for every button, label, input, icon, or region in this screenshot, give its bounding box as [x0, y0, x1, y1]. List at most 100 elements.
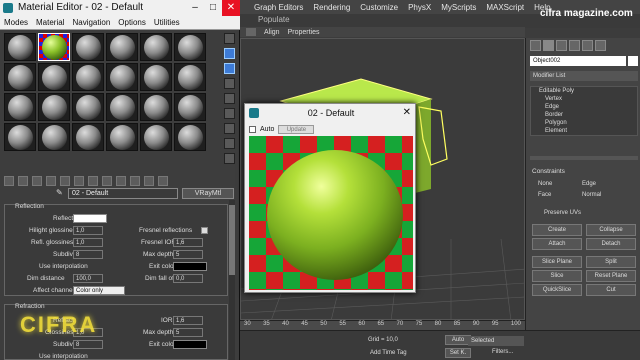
create-button[interactable]: Create: [532, 224, 582, 236]
modifier-list-dropdown[interactable]: Modifier List: [530, 71, 638, 81]
sample-slot[interactable]: [38, 63, 70, 91]
menu-material[interactable]: Material: [36, 18, 64, 27]
select-by-material-icon[interactable]: [224, 138, 235, 149]
fresnel-checkbox[interactable]: [201, 227, 208, 234]
sample-slot[interactable]: [4, 33, 36, 61]
menu-myscripts[interactable]: MyScripts: [441, 3, 476, 12]
options-icon[interactable]: [224, 123, 235, 134]
modify-tab-icon[interactable]: [543, 40, 554, 51]
sample-slot[interactable]: [106, 63, 138, 91]
background-icon[interactable]: [224, 63, 235, 74]
radio-none[interactable]: None: [538, 181, 552, 187]
hierarchy-tab-icon[interactable]: [556, 40, 567, 51]
filters-button[interactable]: Filters...: [492, 349, 513, 355]
detach-button[interactable]: Detach: [586, 238, 636, 250]
menu-maxscript[interactable]: MAXScript: [486, 3, 524, 12]
dim-distance-spinner[interactable]: 100,0: [73, 274, 103, 283]
go-forward-icon[interactable]: [158, 176, 168, 186]
stack-item-editable-poly[interactable]: Editable Poly: [531, 87, 637, 95]
material-navigator-icon[interactable]: [224, 153, 235, 164]
ribbon-populate[interactable]: Populate: [258, 15, 290, 24]
radio-face[interactable]: Face: [538, 192, 551, 198]
dim-falloff-spinner[interactable]: 0,0: [173, 274, 203, 283]
sample-slot[interactable]: [72, 123, 104, 151]
refl-glossiness-spinner[interactable]: 1,0: [73, 238, 103, 247]
menu-rendering[interactable]: Rendering: [313, 3, 350, 12]
material-id-icon[interactable]: [102, 176, 112, 186]
sample-slot[interactable]: [140, 123, 172, 151]
preserve-uvs-checkbox[interactable]: Preserve UVs: [544, 210, 581, 216]
copy-material-icon[interactable]: [60, 176, 70, 186]
menu-align[interactable]: Align: [264, 29, 280, 36]
radio-normal[interactable]: Normal: [582, 192, 601, 198]
split-checkbox[interactable]: Split: [586, 256, 636, 268]
stack-item-edge[interactable]: Edge: [531, 103, 637, 111]
add-time-tag[interactable]: Add Time Tag: [370, 350, 407, 356]
sample-slot[interactable]: [174, 93, 206, 121]
sample-slot[interactable]: [140, 33, 172, 61]
put-to-library-icon[interactable]: [88, 176, 98, 186]
auto-checkbox[interactable]: [249, 125, 256, 133]
sample-slot[interactable]: [4, 93, 36, 121]
material-name-field[interactable]: 02 - Default: [68, 188, 178, 199]
sample-slot[interactable]: [4, 63, 36, 91]
sample-slot[interactable]: [174, 33, 206, 61]
sample-type-icon[interactable]: [224, 33, 235, 44]
menu-physx[interactable]: PhysX: [408, 3, 431, 12]
minimize-icon[interactable]: –: [186, 0, 204, 16]
sample-slot[interactable]: [38, 123, 70, 151]
sample-slot[interactable]: [140, 63, 172, 91]
hilight-glossiness-spinner[interactable]: 1,0: [73, 226, 103, 235]
go-to-parent-icon[interactable]: [144, 176, 154, 186]
refr-max-depth-spinner[interactable]: 5: [173, 328, 203, 337]
slice-button[interactable]: Slice: [532, 270, 582, 282]
sample-slot[interactable]: [38, 93, 70, 121]
menu-graph-editors[interactable]: Graph Editors: [254, 3, 303, 12]
object-name-field[interactable]: Object002: [530, 56, 626, 66]
create-tab-icon[interactable]: [530, 40, 541, 51]
set-key-button[interactable]: Set K.: [445, 348, 471, 358]
make-unique-icon[interactable]: [74, 176, 84, 186]
menu-customize[interactable]: Customize: [360, 3, 398, 12]
assign-to-selection-icon[interactable]: [32, 176, 42, 186]
stack-item-border[interactable]: Border: [531, 111, 637, 119]
refr-subdivs-spinner[interactable]: 8: [73, 340, 103, 349]
stack-item-vertex[interactable]: Vertex: [531, 95, 637, 103]
collapse-button[interactable]: Collapse: [586, 224, 636, 236]
preview-titlebar[interactable]: 02 - Default: [245, 104, 417, 122]
eyedropper-icon[interactable]: ✎: [56, 188, 66, 199]
sample-slot[interactable]: [72, 33, 104, 61]
attach-button[interactable]: Attach: [532, 238, 582, 250]
menu-navigation[interactable]: Navigation: [72, 18, 110, 27]
sample-slot[interactable]: [4, 123, 36, 151]
toolbar-icon[interactable]: [246, 28, 256, 36]
timeline-ruler[interactable]: 30 35 40 45 50 55 60 65 70 75 80 85 90 9…: [240, 320, 525, 330]
sample-slot[interactable]: [106, 93, 138, 121]
fresnel-ior-spinner[interactable]: 1,6: [173, 238, 203, 247]
update-button[interactable]: Update: [278, 124, 315, 134]
object-color-swatch[interactable]: [628, 56, 638, 66]
stack-item-polygon[interactable]: Polygon: [531, 119, 637, 127]
get-material-icon[interactable]: [4, 176, 14, 186]
reset-map-icon[interactable]: [46, 176, 56, 186]
video-color-check-icon[interactable]: [224, 93, 235, 104]
selection-set-dropdown[interactable]: Selected: [468, 336, 524, 346]
sample-slot[interactable]: [174, 63, 206, 91]
motion-tab-icon[interactable]: [569, 40, 580, 51]
quickslice-button[interactable]: QuickSlice: [532, 284, 582, 296]
refr-exit-color-swatch[interactable]: [173, 340, 207, 349]
menu-properties[interactable]: Properties: [288, 29, 320, 36]
reflect-color-swatch[interactable]: [73, 214, 107, 223]
show-end-result-icon[interactable]: [130, 176, 140, 186]
subdivs-spinner[interactable]: 8: [73, 250, 103, 259]
reset-plane-button[interactable]: Reset Plane: [586, 270, 636, 282]
slice-plane-button[interactable]: Slice Plane: [532, 256, 582, 268]
modifier-stack[interactable]: Editable Poly Vertex Edge Border Polygon…: [530, 86, 638, 136]
affect-channels-dropdown[interactable]: Color only: [73, 286, 125, 295]
sample-slot[interactable]: [106, 123, 138, 151]
menu-modes[interactable]: Modes: [4, 18, 28, 27]
exit-color-swatch[interactable]: [173, 262, 207, 271]
sample-slot[interactable]: [174, 123, 206, 151]
ior-spinner[interactable]: 1,6: [173, 316, 203, 325]
sample-slot[interactable]: [106, 33, 138, 61]
